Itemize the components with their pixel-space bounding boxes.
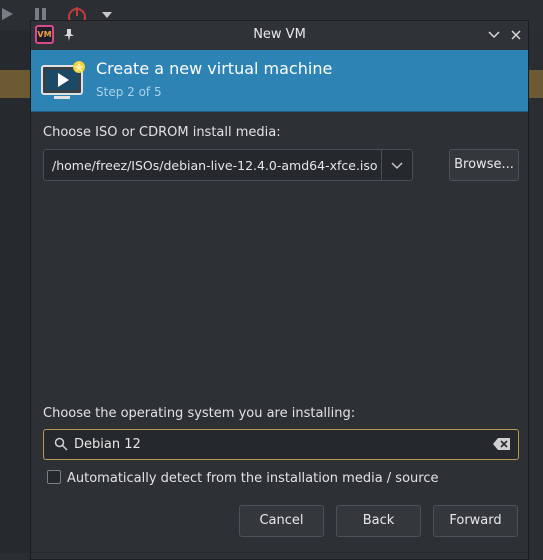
forward-button[interactable]: Forward [433, 505, 518, 537]
install-media-path[interactable]: /home/freez/ISOs/debian-live-12.4.0-amd6… [52, 158, 378, 173]
dialog-titlebar: VM New VM [31, 21, 528, 51]
search-icon [54, 437, 68, 451]
os-search-value[interactable]: Debian 12 [74, 437, 141, 452]
cancel-button[interactable]: Cancel [239, 505, 324, 537]
new-vm-dialog: VM New VM Create a new virtual machine S… [30, 20, 529, 560]
background-panel [0, 30, 30, 553]
browse-button[interactable]: Browse... [449, 149, 519, 181]
chevron-down-icon[interactable] [390, 158, 404, 172]
play-icon [2, 8, 13, 20]
clear-text-icon[interactable] [493, 437, 511, 451]
combo-divider [381, 150, 382, 180]
auto-detect-label[interactable]: Automatically detect from the installati… [67, 471, 438, 486]
install-media-label: Choose ISO or CDROM install media: [43, 125, 281, 140]
wizard-header: Create a new virtual machine Step 2 of 5 [31, 50, 528, 112]
back-button[interactable]: Back [336, 505, 421, 537]
os-label: Choose the operating system you are inst… [43, 406, 356, 421]
dialog-title: New VM [253, 27, 306, 42]
wizard-step-indicator: Step 2 of 5 [96, 85, 162, 99]
os-search-input[interactable]: Debian 12 [43, 429, 519, 460]
virtual-machine-icon [41, 61, 85, 99]
wizard-title: Create a new virtual machine [96, 59, 333, 78]
auto-detect-checkbox[interactable] [47, 470, 61, 484]
minimize-chevron-icon[interactable] [485, 26, 503, 44]
close-icon[interactable] [507, 26, 525, 44]
install-media-combobox[interactable]: /home/freez/ISOs/debian-live-12.4.0-amd6… [43, 149, 413, 181]
dropdown-arrow-icon [102, 12, 112, 18]
